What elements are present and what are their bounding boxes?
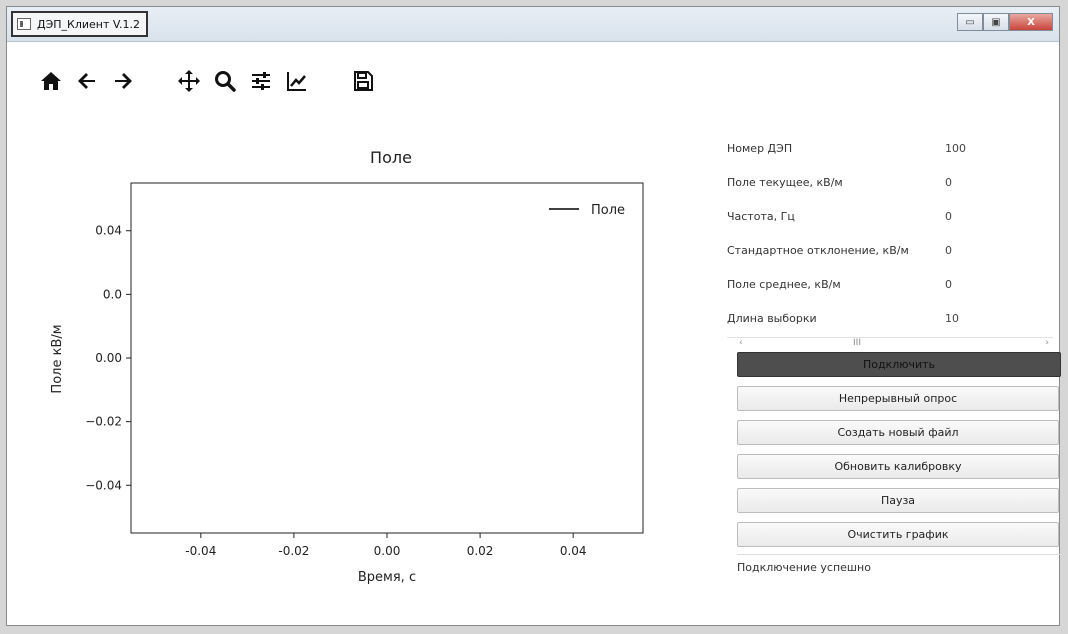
clear-chart-button[interactable]: Очистить график — [737, 522, 1059, 547]
y-tick-label: 0.04 — [95, 224, 122, 238]
param-label: Поле среднее, кВ/м — [727, 277, 841, 291]
home-icon[interactable] — [37, 67, 65, 95]
param-row: Стандартное отклонение, кВ/м 0 — [727, 233, 1057, 267]
x-tick-label: -0.04 — [185, 544, 216, 558]
y-axis-label: Поле кВ/м — [50, 324, 65, 393]
y-tick-label: −0.04 — [85, 478, 122, 492]
forward-arrow-icon[interactable] — [109, 67, 137, 95]
param-label: Номер ДЭП — [727, 141, 793, 155]
window-title-box: ДЭП_Клиент V.1.2 — [11, 11, 148, 37]
scroll-right-arrow-icon[interactable]: › — [1045, 338, 1049, 348]
y-tick-label: 0.00 — [95, 351, 122, 365]
param-row: Номер ДЭП 100 — [727, 131, 1057, 165]
param-value: 0 — [945, 277, 952, 291]
plot-toolbar — [37, 61, 385, 101]
y-tick-label: −0.02 — [85, 415, 122, 429]
pause-button[interactable]: Пауза — [737, 488, 1059, 513]
maximize-button[interactable]: ▣ — [983, 13, 1009, 31]
param-row: Поле среднее, кВ/м 0 — [727, 267, 1057, 301]
pan-move-icon[interactable] — [175, 67, 203, 95]
param-row: Частота, Гц 0 — [727, 199, 1057, 233]
connect-button[interactable]: Подключить — [737, 352, 1061, 377]
app-icon — [17, 18, 31, 30]
param-label: Частота, Гц — [727, 209, 795, 223]
param-value: 10 — [945, 311, 959, 325]
back-arrow-icon[interactable] — [73, 67, 101, 95]
param-value: 100 — [945, 141, 966, 155]
chart-title: Поле — [370, 148, 412, 167]
window-title: ДЭП_Клиент V.1.2 — [37, 17, 140, 31]
save-disk-icon[interactable] — [349, 67, 377, 95]
x-axis-label: Время, с — [358, 570, 416, 585]
close-button[interactable]: X — [1009, 13, 1053, 31]
param-value: 0 — [945, 175, 952, 189]
x-axis: -0.04 -0.02 0.00 0.02 0.04 — [185, 533, 587, 558]
configure-subplots-icon[interactable] — [247, 67, 275, 95]
scroll-thumb[interactable]: III — [827, 338, 887, 348]
edit-axis-icon[interactable] — [283, 67, 311, 95]
status-text: Подключение успешно — [737, 554, 1061, 579]
continuous-poll-button[interactable]: Непрерывный опрос — [737, 386, 1059, 411]
zoom-magnifier-icon[interactable] — [211, 67, 239, 95]
scroll-left-arrow-icon[interactable]: ‹ — [739, 338, 743, 348]
app-window: ДЭП_Клиент V.1.2 ▭ ▣ X Поле 0.04 0.0 0.0… — [6, 6, 1061, 626]
window-controls: ▭ ▣ X — [957, 13, 1053, 31]
x-tick-label: 0.02 — [467, 544, 494, 558]
parameters-list: Номер ДЭП 100 Поле текущее, кВ/м 0 Частота, … — [727, 131, 1057, 335]
param-value: 0 — [945, 209, 952, 223]
plot-frame — [130, 182, 644, 534]
legend-label: Поле — [591, 203, 625, 218]
x-tick-label: 0.00 — [374, 544, 401, 558]
param-row: Длина выборки 10 — [727, 301, 1057, 335]
y-axis: 0.04 0.0 0.00 −0.02 −0.04 — [85, 224, 131, 492]
param-label: Длина выборки — [727, 311, 817, 325]
param-label: Поле текущее, кВ/м — [727, 175, 843, 189]
title-bar: ДЭП_Клиент V.1.2 ▭ ▣ X — [7, 7, 1059, 42]
x-tick-label: 0.04 — [560, 544, 587, 558]
create-new-file-button[interactable]: Создать новый файл — [737, 420, 1059, 445]
side-panel: Номер ДЭП 100 Поле текущее, кВ/м 0 Частота, … — [727, 131, 1061, 579]
chart-legend: Поле — [549, 203, 625, 218]
y-tick-label: 0.0 — [103, 287, 122, 301]
minimize-button[interactable]: ▭ — [957, 13, 983, 31]
param-value: 0 — [945, 243, 952, 257]
x-tick-label: -0.02 — [278, 544, 309, 558]
field-plot: Поле 0.04 0.0 0.00 −0.02 −0.04 -0.04 -0.02 0.0… — [50, 148, 644, 585]
horizontal-scrollbar[interactable]: ‹ III › — [727, 337, 1053, 352]
param-row: Поле текущее, кВ/м 0 — [727, 165, 1057, 199]
param-label: Стандартное отклонение, кВ/м — [727, 243, 909, 257]
update-calibration-button[interactable]: Обновить калибровку — [737, 454, 1059, 479]
